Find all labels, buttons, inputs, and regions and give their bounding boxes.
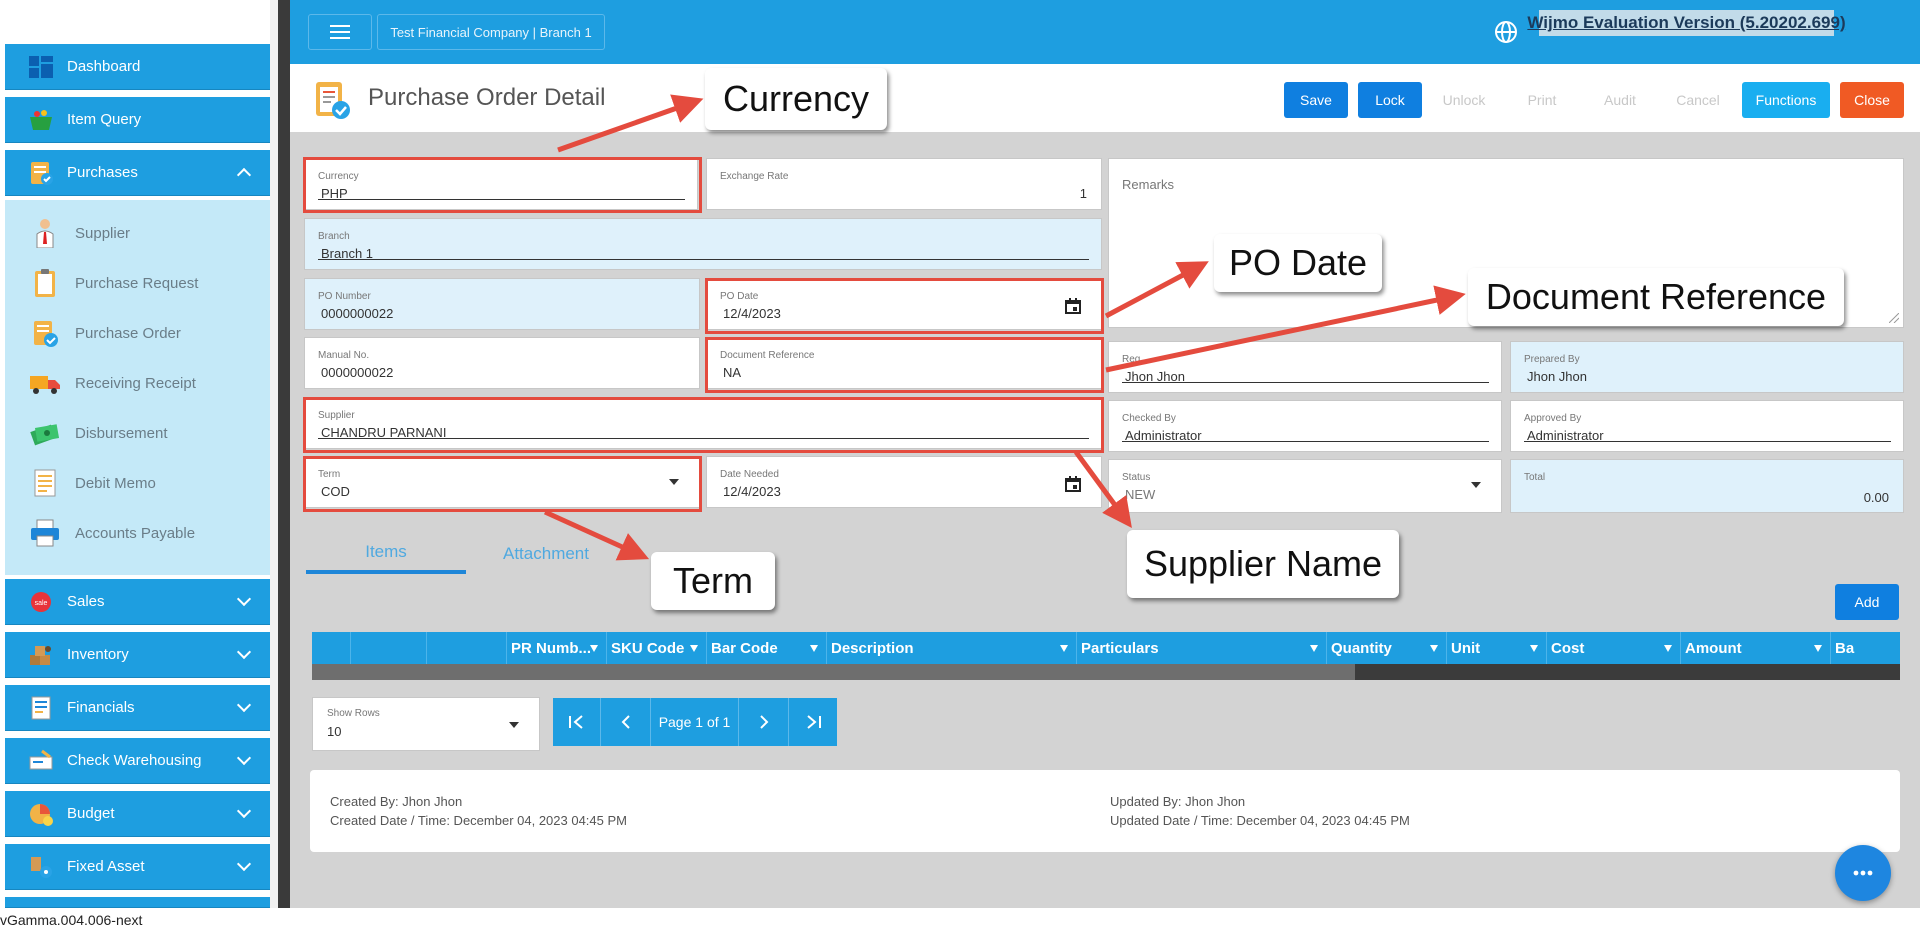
callout-document-reference: Document Reference xyxy=(1468,268,1844,326)
callout-currency: Currency xyxy=(705,68,887,130)
supplier-name-arrow xyxy=(1073,450,1132,529)
currency-arrow xyxy=(557,94,704,153)
callout-supplier-name: Supplier Name xyxy=(1127,530,1399,598)
app-root: Dashboard Item Query Purchases Supplier xyxy=(0,0,1920,931)
callout-term: Term xyxy=(651,552,775,610)
callout-po-date: PO Date xyxy=(1214,234,1382,292)
term-arrow xyxy=(543,509,650,561)
version-label: vGamma.004.006-next xyxy=(0,912,143,928)
po-date-arrow xyxy=(1104,261,1209,319)
annotation-arrows xyxy=(543,94,1466,561)
document-reference-arrow xyxy=(1105,285,1466,373)
